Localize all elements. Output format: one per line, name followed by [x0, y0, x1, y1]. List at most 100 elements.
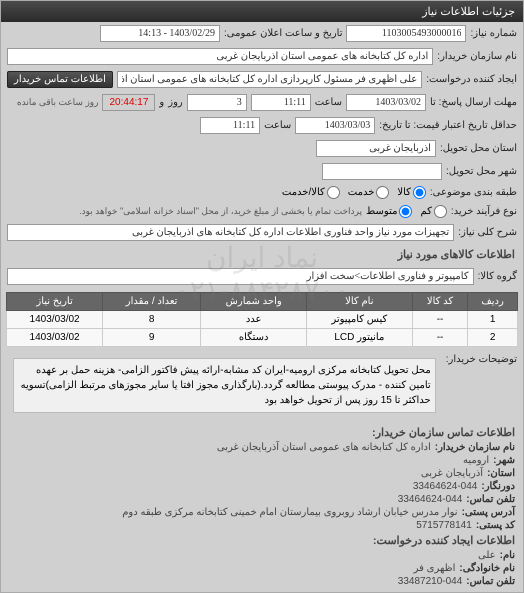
postal-value: 5715778141 — [416, 520, 472, 531]
radio-goods-input[interactable] — [413, 186, 426, 199]
col-code: کد کالا — [412, 293, 468, 311]
buyer-input[interactable] — [7, 48, 433, 65]
col-idx: ردیف — [468, 293, 517, 311]
rphone-value: 33487210-044 — [398, 576, 463, 587]
cell-idx: 1 — [468, 311, 517, 329]
group-label: گروه کالا: — [478, 271, 517, 282]
ccity-label: شهر: — [493, 455, 515, 466]
countdown: 20:44:17 — [102, 94, 155, 111]
fname-value: علی — [478, 550, 496, 561]
row-validity: حداقل تاریخ اعتبار قیمت: تا تاریخ: ساعت — [1, 114, 523, 137]
cell-qty: 9 — [102, 329, 200, 347]
process-note: پرداخت تمام یا بخشی از مبلغ خرید، از محل… — [79, 206, 362, 217]
cell-name: مانیتور LCD — [307, 329, 413, 347]
number-label: شماره نیاز: — [470, 28, 517, 39]
process-label: نوع فرآیند خرید: — [451, 206, 517, 217]
cell-date: 1403/03/02 — [7, 311, 103, 329]
col-unit: واحد شمارش — [201, 293, 307, 311]
radio-low[interactable]: کم — [420, 205, 446, 218]
phone-label: تلفن تماس: — [466, 494, 515, 505]
col-name: نام کالا — [307, 293, 413, 311]
contact-section-title: اطلاعات تماس سازمان خریدار: — [9, 424, 515, 441]
validity-time-input[interactable] — [200, 117, 260, 134]
deadline-label: مهلت ارسال پاسخ: تا — [430, 97, 517, 108]
city-label: شهر محل تحویل: — [446, 166, 517, 177]
postal-label: کد پستی: — [476, 520, 515, 531]
address-value: نوار مدرس خیابان ارشاد روبروی بیمارستان … — [122, 507, 457, 518]
time-label-2: ساعت — [264, 120, 291, 131]
row-budget: طبقه بندی موضوعی: کالا خدمت کالا/خدمت — [1, 183, 523, 202]
radio-medium[interactable]: متوسط — [366, 205, 412, 218]
fax-label: دورنگار: — [481, 481, 515, 492]
col-qty: تعداد / مقدار — [102, 293, 200, 311]
process-radio-group: کم متوسط — [366, 205, 447, 218]
row-group: گروه کالا: — [1, 265, 523, 288]
cell-code: -- — [412, 311, 468, 329]
row-process: نوع فرآیند خرید: کم متوسط پرداخت تمام یا… — [1, 202, 523, 221]
radio-medium-input[interactable] — [399, 205, 412, 218]
province-input[interactable] — [316, 140, 436, 157]
cprovince-label: استان: — [487, 468, 515, 479]
address-label: آدرس پستی: — [462, 507, 515, 518]
ccity-value: ارومیه — [463, 455, 489, 466]
table-row: 1 -- کیس کامپیوتر عدد 8 1403/03/02 — [7, 311, 518, 329]
remaining-label: روز ساعت باقی مانده — [17, 97, 99, 108]
deadline-date-input[interactable] — [346, 94, 426, 111]
buyer-label: نام سازمان خریدار: — [437, 51, 517, 62]
need-title-input[interactable] — [7, 224, 454, 241]
header-title: جزئیات اطلاعات نیاز — [422, 6, 515, 18]
col-date: تاریخ نیاز — [7, 293, 103, 311]
city-input[interactable] — [322, 163, 442, 180]
desc-box: محل تحویل کتابخانه مرکزی ارومیه-ایران کد… — [13, 358, 436, 413]
row-province: استان محل تحویل: — [1, 137, 523, 160]
cell-name: کیس کامپیوتر — [307, 311, 413, 329]
requester-section-title: اطلاعات ایجاد کننده درخواست: — [9, 532, 515, 549]
budget-label: طبقه بندی موضوعی: — [430, 187, 517, 198]
phone-value: 33464624-044 — [398, 494, 463, 505]
table-header-row: ردیف کد کالا نام کالا واحد شمارش تعداد /… — [7, 293, 518, 311]
org-label: نام سازمان خریدار: — [435, 442, 515, 453]
need-title-label: شرح کلی نیاز: — [458, 227, 517, 238]
radio-service[interactable]: خدمت — [348, 186, 390, 199]
number-input[interactable] — [346, 25, 466, 42]
cell-qty: 8 — [102, 311, 200, 329]
time-label-1: ساعت — [315, 97, 342, 108]
row-desc: توضیحات خریدار: محل تحویل کتابخانه مرکزی… — [1, 351, 523, 420]
fname-label: نام: — [500, 550, 515, 561]
goods-section-title: اطلاعات کالاهای مورد نیاز — [1, 244, 523, 265]
announce-label: تاریخ و ساعت اعلان عمومی: — [224, 28, 343, 39]
cell-date: 1403/03/02 — [7, 329, 103, 347]
table-row: 2 -- مانیتور LCD دستگاه 9 1403/03/02 — [7, 329, 518, 347]
cell-idx: 2 — [468, 329, 517, 347]
radio-goods-service[interactable]: کالا/خدمت — [282, 186, 340, 199]
lname-value: اظهری فر — [414, 563, 456, 574]
goods-table: ردیف کد کالا نام کالا واحد شمارش تعداد /… — [6, 292, 518, 347]
province-label: استان محل تحویل: — [440, 143, 517, 154]
validity-date-input[interactable] — [295, 117, 375, 134]
days-input[interactable] — [187, 94, 247, 111]
radio-goods[interactable]: کالا — [397, 186, 426, 199]
row-requester: ایجاد کننده درخواست: اطلاعات تماس خریدار — [1, 68, 523, 91]
radio-low-input[interactable] — [434, 205, 447, 218]
page-header: جزئیات اطلاعات نیاز — [1, 1, 523, 22]
row-deadline: مهلت ارسال پاسخ: تا ساعت روز و 20:44:17 … — [1, 91, 523, 114]
row-buyer: نام سازمان خریدار: — [1, 45, 523, 68]
group-input[interactable] — [7, 268, 474, 285]
deadline-time-input[interactable] — [251, 94, 311, 111]
row-city: شهر محل تحویل: — [1, 160, 523, 183]
days-label: روز — [168, 97, 183, 108]
radio-goods-service-input[interactable] — [327, 186, 340, 199]
fax-value: 33464624-044 — [413, 481, 478, 492]
requester-input[interactable] — [117, 71, 422, 88]
main-container: نماد ایران ۰۲۱-۸۸۴۲۸۷۰۰ جزئیات اطلاعات ن… — [0, 0, 524, 593]
and-label: و — [159, 97, 164, 108]
cell-code: -- — [412, 329, 468, 347]
radio-service-input[interactable] — [376, 186, 389, 199]
announce-input[interactable] — [100, 25, 220, 42]
requester-label: ایجاد کننده درخواست: — [426, 74, 517, 85]
cell-unit: دستگاه — [201, 329, 307, 347]
row-need-title: شرح کلی نیاز: — [1, 221, 523, 244]
desc-label: توضیحات خریدار: — [446, 354, 517, 365]
row-number: شماره نیاز: تاریخ و ساعت اعلان عمومی: — [1, 22, 523, 45]
contact-buyer-button[interactable]: اطلاعات تماس خریدار — [7, 71, 113, 88]
